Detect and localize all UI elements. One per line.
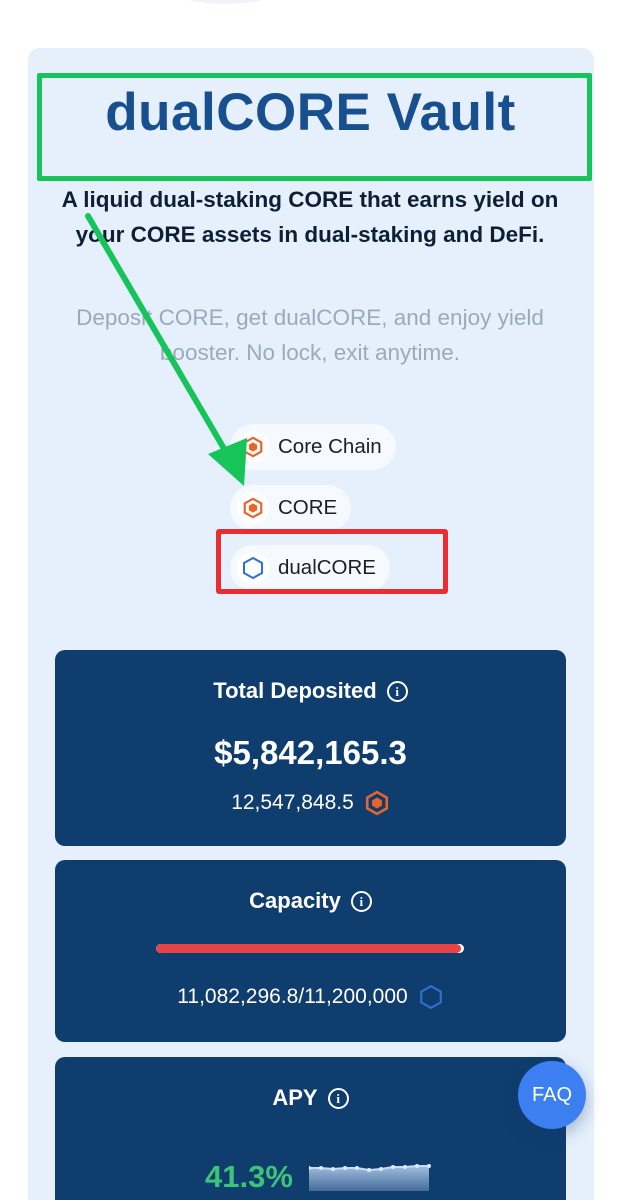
total-deposited-token-row: 12,547,848.5	[55, 790, 566, 816]
capacity-progress-bar	[156, 944, 464, 953]
capacity-value: 11,082,296.8/11,200,000	[177, 985, 408, 1008]
chip-label: Core Chain	[278, 435, 382, 458]
info-icon[interactable]: i	[386, 680, 408, 702]
total-deposited-card: Total Deposited i $5,842,165.3 12,547,84…	[55, 650, 566, 846]
chip-dualcore[interactable]: dualCORE	[230, 545, 390, 591]
vault-subtitle: A liquid dual-staking CORE that earns yi…	[61, 187, 559, 247]
total-deposited-header: Total Deposited i	[55, 678, 566, 704]
total-deposited-label: Total Deposited	[213, 678, 377, 703]
apy-header: APY i	[55, 1085, 566, 1111]
apy-sparkline	[308, 1164, 431, 1191]
capacity-label: Capacity	[249, 888, 341, 913]
total-deposited-token-value: 12,547,848.5	[231, 791, 354, 814]
dualcore-token-icon	[419, 984, 442, 1010]
page-title: dualCORE Vault	[105, 83, 516, 142]
info-icon[interactable]: i	[350, 890, 372, 912]
chip-core[interactable]: CORE	[230, 485, 352, 531]
capacity-value-row: 11,082,296.8/11,200,000	[55, 984, 566, 1010]
core-chain-icon	[237, 431, 269, 463]
core-token-icon	[237, 492, 269, 524]
apy-card: APY i 41.3%	[55, 1057, 566, 1200]
apy-row: 41.3%	[205, 1159, 433, 1195]
chip-label: CORE	[278, 496, 338, 519]
total-deposited-usd: $5,842,165.3	[214, 734, 407, 771]
apy-value: 41.3%	[205, 1159, 293, 1194]
apy-label: APY	[272, 1085, 318, 1110]
capacity-card: Capacity i 11,082,296.8/11,200,000	[55, 860, 566, 1042]
header-decoration	[178, 0, 274, 4]
info-icon[interactable]: i	[327, 1087, 349, 1109]
dualcore-token-icon	[237, 552, 269, 584]
core-token-icon	[365, 790, 388, 816]
vault-description: Deposit CORE, get dualCORE, and enjoy yi…	[76, 305, 544, 365]
chip-core-chain[interactable]: Core Chain	[230, 424, 396, 470]
capacity-progress-fill	[156, 944, 461, 953]
chip-label: dualCORE	[278, 556, 376, 579]
faq-button[interactable]: FAQ	[518, 1061, 586, 1129]
capacity-header: Capacity i	[55, 888, 566, 914]
